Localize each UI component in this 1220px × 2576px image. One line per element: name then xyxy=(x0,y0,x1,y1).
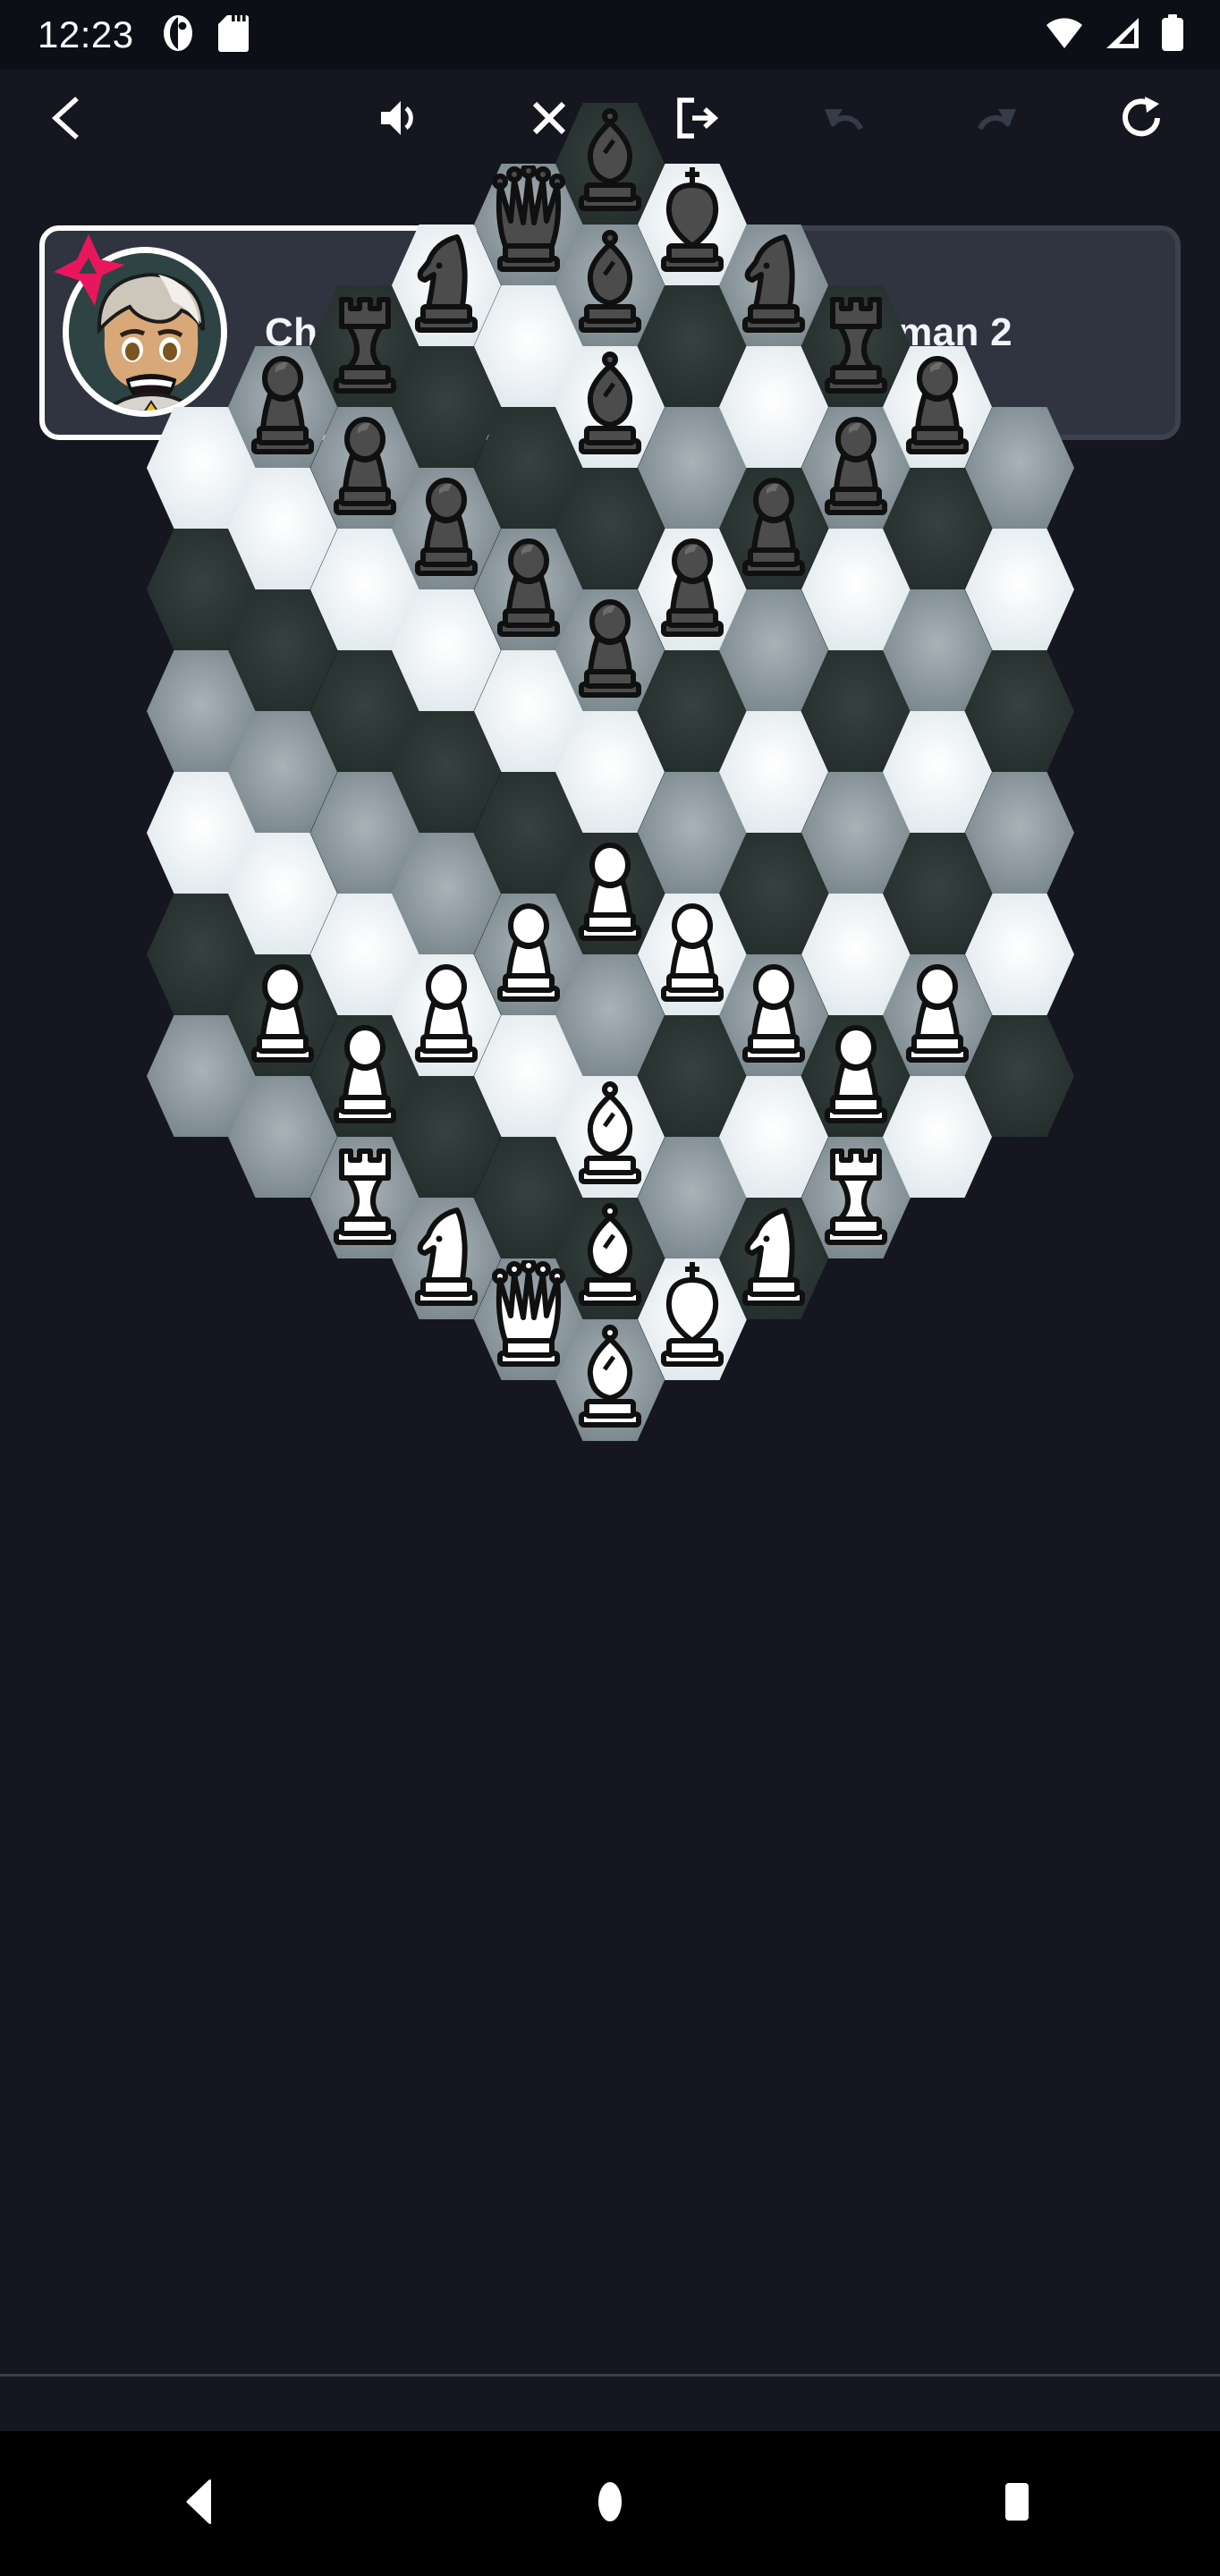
status-bar-right-icons xyxy=(1045,13,1184,56)
volume-icon xyxy=(374,91,428,149)
android-recents-button[interactable] xyxy=(950,2450,1084,2557)
piece-black-pawn[interactable] xyxy=(893,348,982,459)
piece-black-rook[interactable] xyxy=(811,287,901,398)
avatar-wrap xyxy=(54,234,234,422)
piece-black-rook[interactable] xyxy=(320,287,410,398)
board-cell-l3[interactable] xyxy=(964,772,1074,894)
piece-black-pawn[interactable] xyxy=(565,591,655,702)
piece-white-pawn[interactable] xyxy=(402,956,491,1067)
piece-black-pawn[interactable] xyxy=(238,348,327,459)
piece-white-pawn[interactable] xyxy=(648,895,737,1006)
android-back-button[interactable] xyxy=(136,2450,270,2557)
refresh-icon xyxy=(1114,91,1168,149)
redo-button[interactable] xyxy=(952,77,1038,163)
piece-white-bishop[interactable] xyxy=(565,1078,655,1189)
piece-white-bishop[interactable] xyxy=(565,1321,655,1432)
circle-home-icon xyxy=(584,2476,636,2532)
cellular-signal-icon xyxy=(1104,16,1141,55)
app-root: 12:23 Human 2 xyxy=(0,0,1220,2576)
do-not-disturb-icon xyxy=(161,13,195,57)
piece-black-pawn[interactable] xyxy=(320,409,410,520)
board-cell-l5[interactable] xyxy=(964,529,1074,650)
status-bar-left-icons xyxy=(161,13,249,57)
redo-icon xyxy=(968,91,1021,149)
shuriken-badge-icon xyxy=(50,233,127,309)
piece-white-queen[interactable] xyxy=(484,1258,573,1371)
piece-black-queen[interactable] xyxy=(484,163,573,276)
square-recents-icon xyxy=(991,2476,1043,2532)
piece-black-king[interactable] xyxy=(648,165,737,276)
piece-white-knight[interactable] xyxy=(729,1199,818,1310)
battery-icon xyxy=(1161,13,1184,56)
piece-white-rook[interactable] xyxy=(320,1139,410,1250)
piece-black-bishop[interactable] xyxy=(565,105,655,216)
piece-white-pawn[interactable] xyxy=(893,956,982,1067)
board-cell-l4[interactable] xyxy=(964,650,1074,772)
undo-icon xyxy=(819,91,873,149)
triangle-back-icon xyxy=(177,2476,229,2532)
android-navigation-bar xyxy=(0,2431,1220,2576)
piece-black-pawn[interactable] xyxy=(729,470,818,580)
back-button[interactable] xyxy=(29,77,114,163)
piece-white-pawn[interactable] xyxy=(811,1017,901,1128)
piece-white-pawn[interactable] xyxy=(729,956,818,1067)
piece-black-bishop[interactable] xyxy=(565,226,655,337)
piece-black-knight[interactable] xyxy=(729,226,818,337)
piece-white-knight[interactable] xyxy=(402,1199,491,1310)
piece-black-bishop[interactable] xyxy=(565,348,655,459)
status-bar-clock: 12:23 xyxy=(38,13,134,55)
piece-black-pawn[interactable] xyxy=(648,530,737,641)
status-bar: 12:23 xyxy=(0,0,1220,70)
exit-icon xyxy=(671,91,724,149)
piece-white-pawn[interactable] xyxy=(565,835,655,945)
piece-white-pawn[interactable] xyxy=(320,1017,410,1128)
piece-white-bishop[interactable] xyxy=(565,1199,655,1310)
android-home-button[interactable] xyxy=(543,2450,677,2557)
piece-black-pawn[interactable] xyxy=(484,530,573,641)
exit-button[interactable] xyxy=(655,77,741,163)
piece-black-pawn[interactable] xyxy=(402,470,491,580)
refresh-button[interactable] xyxy=(1098,77,1184,163)
piece-black-pawn[interactable] xyxy=(811,409,901,520)
sd-card-icon xyxy=(217,13,249,57)
arrow-left-icon xyxy=(45,91,98,149)
piece-white-king[interactable] xyxy=(648,1260,737,1371)
wifi-icon xyxy=(1045,16,1084,55)
piece-white-pawn[interactable] xyxy=(238,956,327,1067)
piece-white-rook[interactable] xyxy=(811,1139,901,1250)
piece-white-pawn[interactable] xyxy=(484,895,573,1006)
undo-button[interactable] xyxy=(803,77,889,163)
piece-black-knight[interactable] xyxy=(402,226,491,337)
sound-button[interactable] xyxy=(358,77,444,163)
